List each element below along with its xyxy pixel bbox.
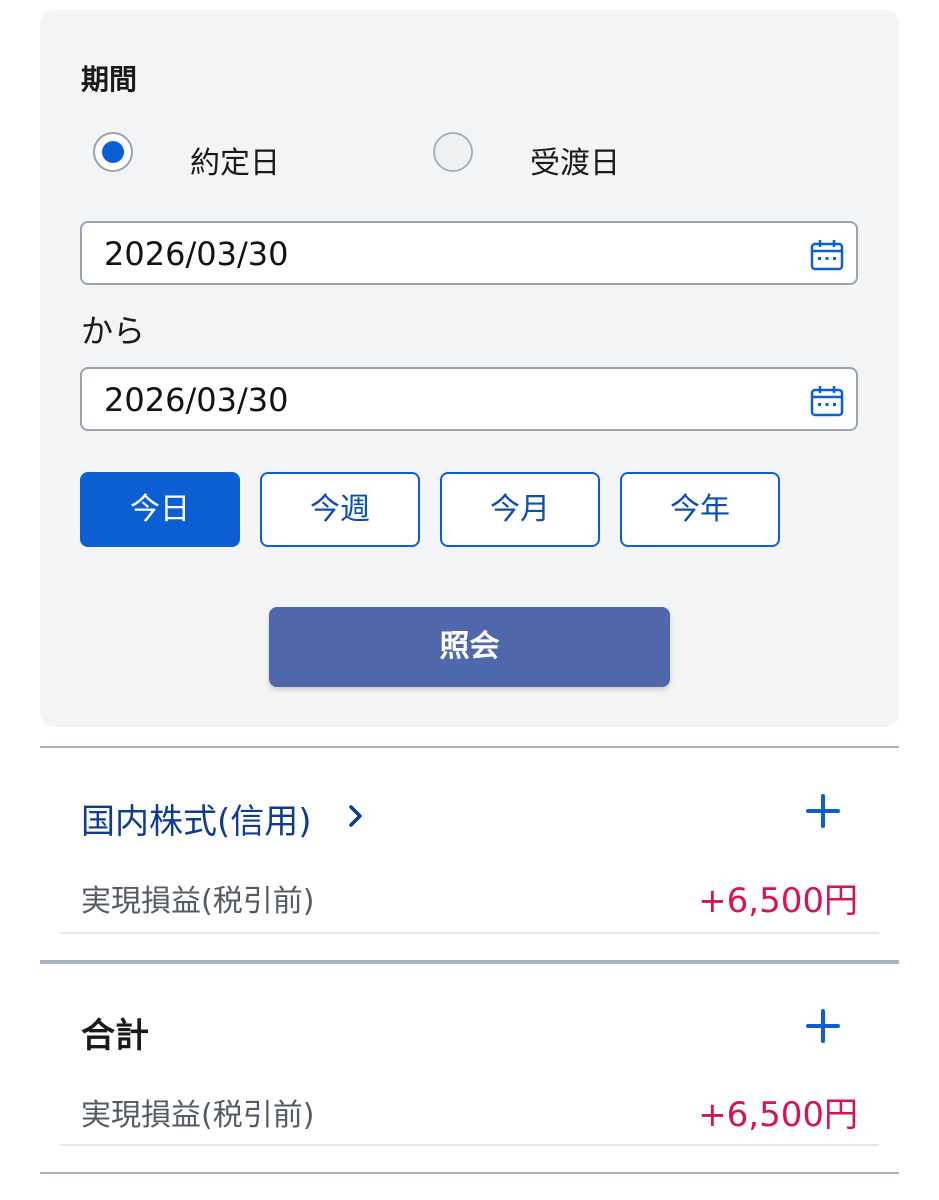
radio-trade-date-label[interactable]: 約定日 [190,138,280,182]
from-suffix-label: から [81,312,146,350]
realized-pnl-label: 実現損益(税引前) [81,1098,315,1133]
section-title-total: 合計 [81,1016,149,1056]
to-date-value: 2026/03/30 [104,381,289,419]
plus-icon[interactable] [806,794,840,828]
plus-icon[interactable] [806,1009,840,1043]
divider [40,746,899,748]
divider [60,932,879,934]
realized-pnl-label: 実現損益(税引前) [81,884,315,919]
range-this-month-button[interactable]: 今月 [440,472,600,547]
query-button[interactable]: 照会 [269,607,670,687]
divider [60,1144,879,1146]
from-date-value: 2026/03/30 [104,235,289,273]
radio-trade-date[interactable] [93,132,133,172]
realized-pnl-value: +6,500円 [698,881,858,921]
divider [40,1172,899,1174]
divider [40,960,899,964]
from-date-field[interactable]: 2026/03/30 [80,221,858,285]
realized-pnl-value: +6,500円 [698,1095,858,1135]
section-title-domestic-margin[interactable]: 国内株式(信用) [81,794,312,843]
to-date-field[interactable]: 2026/03/30 [80,367,858,431]
calendar-icon[interactable] [810,239,844,271]
chevron-right-icon[interactable] [346,803,366,829]
radio-settlement-date-label[interactable]: 受渡日 [530,138,620,182]
period-label: 期間 [81,63,138,96]
range-this-week-button[interactable]: 今週 [260,472,420,547]
range-today-button[interactable]: 今日 [80,472,240,547]
range-this-year-button[interactable]: 今年 [620,472,780,547]
calendar-icon[interactable] [810,385,844,417]
radio-settlement-date[interactable] [433,132,473,172]
filter-panel: 期間 約定日 受渡日 2026/03/30 から 2026/03/30 今日 今 [40,10,899,727]
